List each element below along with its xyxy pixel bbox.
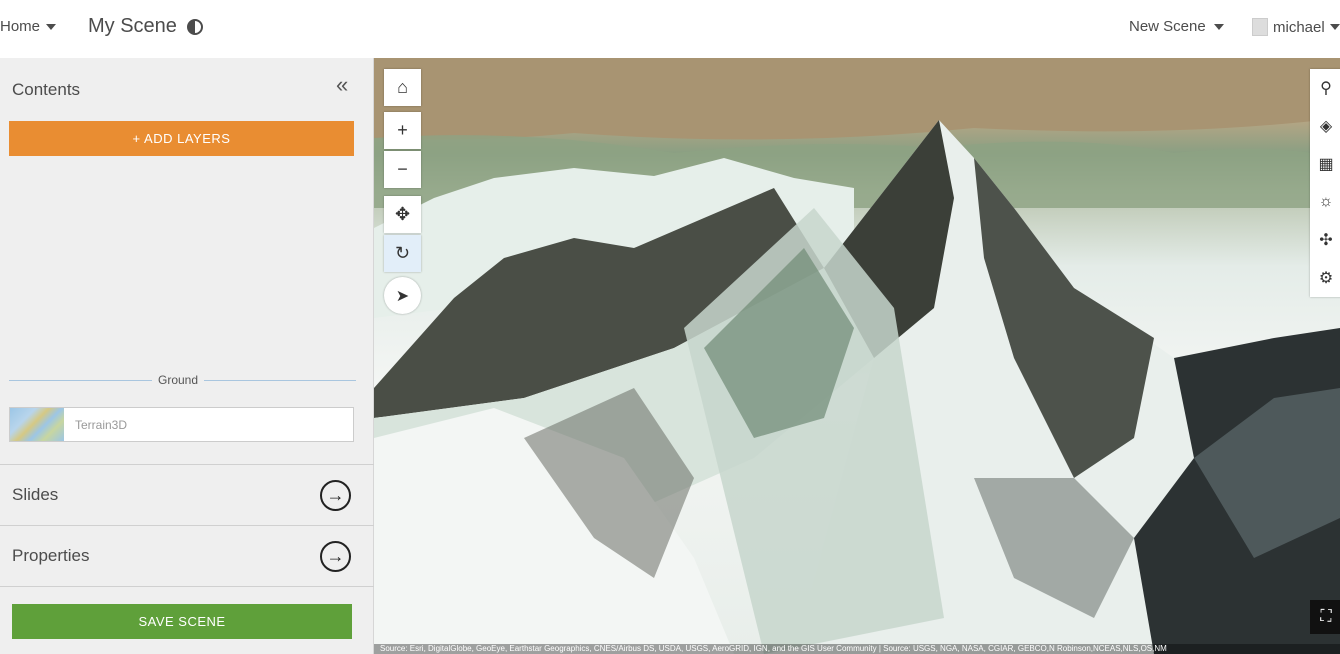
globe-icon[interactable] [186,18,203,35]
new-scene-menu[interactable]: New Scene [1129,18,1224,35]
terrain-layer-item[interactable]: Terrain3D [9,407,354,442]
contents-title: Contents [12,80,81,99]
fullscreen-icon[interactable]: ⛶ [1310,600,1340,634]
home-menu[interactable]: Home [0,18,57,35]
home-icon[interactable]: ⌂ [384,69,421,106]
zoom-in-icon[interactable]: + [384,112,421,149]
daylight-icon[interactable]: ☼ [1310,183,1340,221]
layers-icon[interactable]: ◈ [1310,107,1340,145]
terrain-render [374,58,1340,654]
collapse-panel-icon[interactable]: « [336,72,348,98]
attribution-bar: Source: Esri, DigitalGlobe, GeoEye, Eart… [374,644,1340,654]
slides-section[interactable]: Slides → [0,464,374,525]
zoom-out-icon[interactable]: − [384,151,421,188]
chevron-down-icon [46,23,57,30]
save-scene-button[interactable]: SAVE SCENE [12,604,352,639]
terrain-layer-label: Terrain3D [75,418,128,432]
arrow-right-icon[interactable]: → [320,541,351,572]
top-navigation-bar: Home My Scene New Scene michael [0,0,1340,58]
scene-title-label: My Scene [88,15,177,37]
terrain-thumbnail [10,408,64,441]
navigation-icon[interactable]: ✣ [1310,221,1340,259]
ground-label: Ground [152,373,205,387]
rotate-icon[interactable]: ↻ [384,235,421,272]
user-name: michael [1273,18,1325,36]
search-icon[interactable]: ⚲ [1310,69,1340,107]
scene-title: My Scene [88,15,203,38]
slides-label: Slides [12,485,59,504]
settings-icon[interactable]: ⚙ [1310,259,1340,297]
properties-section[interactable]: Properties → [0,525,374,586]
chevron-down-icon [1329,24,1340,30]
pan-icon[interactable]: ✥ [384,196,421,233]
chevron-down-icon [1213,23,1224,30]
add-layers-button[interactable]: + ADD LAYERS [9,121,354,156]
home-menu-label: Home [0,18,41,35]
new-scene-label: New Scene [1129,18,1206,35]
avatar [1252,18,1268,36]
scene-view[interactable]: ⌂ + − ✥ ↻ ➤ ⚲ ◈ ▦ ☼ ✣ ⚙ ⛶ Source: Esri, … [374,58,1340,654]
properties-label: Properties [12,546,90,565]
right-toolbar: ⚲ ◈ ▦ ☼ ✣ ⚙ [1310,69,1340,297]
compass-icon[interactable]: ➤ [384,277,421,314]
contents-panel: Contents « + ADD LAYERS Ground Terrain3D… [0,58,374,654]
arrow-right-icon[interactable]: → [320,480,351,511]
user-menu[interactable]: michael [1252,18,1340,36]
basemap-gallery-icon[interactable]: ▦ [1310,145,1340,183]
